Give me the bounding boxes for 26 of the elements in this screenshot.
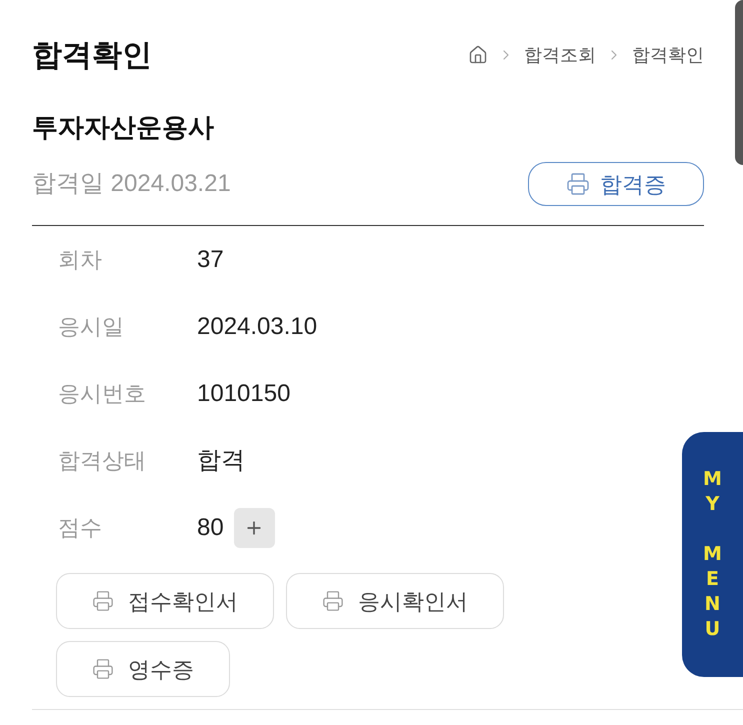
print-document-button[interactable]: 접수확인서 (56, 573, 274, 629)
printer-icon (92, 590, 114, 612)
printer-icon (92, 658, 114, 680)
print-document-button[interactable]: 영수증 (56, 641, 230, 697)
breadcrumb-link[interactable]: 합격조회 (524, 42, 596, 68)
expand-button[interactable] (234, 508, 275, 548)
home-icon[interactable] (468, 45, 488, 65)
printer-icon (322, 590, 344, 612)
detail-label: 합격상태 (58, 447, 147, 475)
certificate-button[interactable]: 합격증 (528, 162, 704, 206)
detail-label: 응시일 (58, 313, 125, 341)
detail-value: 1010150 (197, 378, 290, 408)
exam-name: 투자자산운용사 (32, 110, 214, 144)
detail-label: 회차 (58, 246, 103, 274)
detail-value: 2024.03.10 (197, 312, 318, 342)
page-title: 합격확인 (32, 38, 152, 74)
printer-icon (566, 172, 590, 196)
detail-label: 응시번호 (58, 380, 147, 408)
detail-value: 80 (197, 512, 224, 542)
pass-date: 합격일 2024.03.21 (32, 169, 231, 199)
my-menu-tab[interactable]: MY MENU (682, 432, 743, 677)
detail-value: 합격 (197, 446, 245, 476)
detail-label: 점수 (58, 514, 103, 542)
breadcrumb-link[interactable]: 합격확인 (632, 42, 704, 68)
print-document-button[interactable]: 응시확인서 (286, 573, 504, 629)
detail-value: 37 (197, 244, 224, 274)
